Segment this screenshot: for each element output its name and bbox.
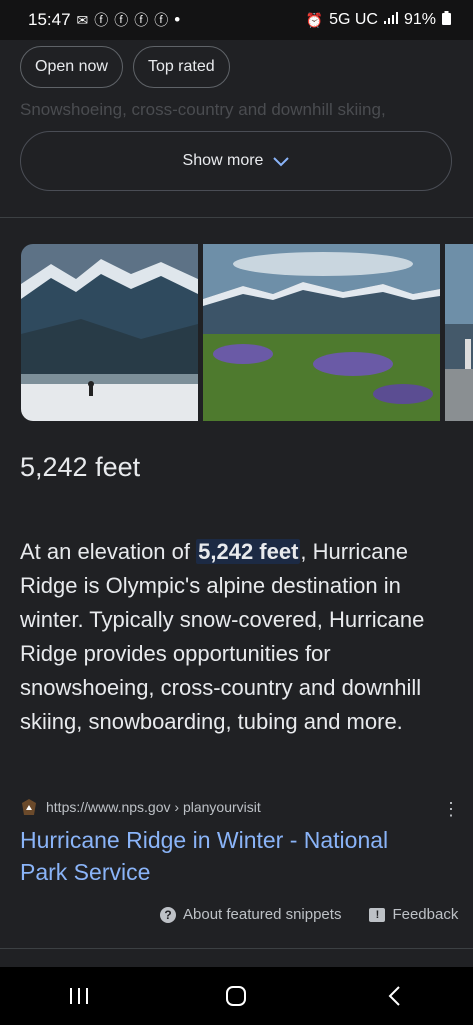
help-icon: ? xyxy=(160,906,176,923)
about-featured-snippets-link[interactable]: ? About featured snippets xyxy=(160,906,341,923)
recents-button[interactable] xyxy=(49,976,109,1016)
android-nav-bar xyxy=(0,967,473,1025)
nps-arrowhead-icon xyxy=(20,798,38,816)
snippet-after: , Hurricane Ridge is Olympic's alpine de… xyxy=(20,539,425,734)
featured-answer: 5,242 feet xyxy=(20,452,141,482)
feedback-link[interactable]: ! Feedback xyxy=(369,906,458,923)
feedback-label: Feedback xyxy=(392,906,459,923)
status-dot: • xyxy=(174,10,181,29)
alarm-icon: ⏰ xyxy=(305,11,324,28)
divider xyxy=(0,217,473,218)
facebook-icon: ⓕ xyxy=(154,12,169,28)
result-title-link[interactable]: Hurricane Ridge in Winter - National Par… xyxy=(20,824,440,888)
filter-chips: Open now Top rated xyxy=(20,46,230,88)
message-icon: ✉ xyxy=(76,11,89,28)
network-label: 5G UC xyxy=(329,11,378,28)
battery-level: 91% xyxy=(403,11,436,28)
about-label: About featured snippets xyxy=(183,906,342,923)
signal-icon xyxy=(383,11,398,29)
snippet-highlight: 5,242 feet xyxy=(196,539,301,564)
divider xyxy=(0,948,473,949)
show-more-button[interactable]: Show more xyxy=(20,131,452,191)
snippet-footer: ? About featured snippets ! Feedback xyxy=(160,906,458,923)
facebook-icon: ⓕ xyxy=(94,12,109,28)
chip-top-rated[interactable]: Top rated xyxy=(132,46,230,88)
wildflower-meadow-image[interactable] xyxy=(203,244,440,421)
featured-snippet-text: At an elevation of 5,242 feet, Hurricane… xyxy=(20,535,460,739)
source-url[interactable]: https://www.nps.gov › planyourvisit xyxy=(46,799,261,815)
facebook-icon: ⓕ xyxy=(114,12,129,28)
battery-icon xyxy=(442,10,451,30)
feedback-icon: ! xyxy=(369,907,386,922)
facebook-icon: ⓕ xyxy=(134,12,149,28)
image-carousel[interactable] xyxy=(21,244,473,421)
status-bar: 15:47 ✉ ⓕ ⓕ ⓕ ⓕ • ⏰ 5G UC 91% xyxy=(0,0,473,40)
home-button[interactable] xyxy=(206,976,266,1016)
snippet-before: At an elevation of xyxy=(20,539,197,564)
more-options-icon[interactable]: ⋮ xyxy=(442,800,460,818)
back-button[interactable] xyxy=(364,976,424,1016)
lodge-image[interactable] xyxy=(445,244,473,421)
faded-preview-text: Snowshoeing, cross-country and downhill … xyxy=(20,100,386,119)
show-more-label: Show more xyxy=(182,152,264,169)
snow-mountain-image[interactable] xyxy=(21,244,198,421)
source-line[interactable]: https://www.nps.gov › planyourvisit xyxy=(20,798,261,816)
chip-open-now[interactable]: Open now xyxy=(20,46,123,88)
chevron-down-icon xyxy=(273,151,290,172)
status-time: 15:47 xyxy=(28,10,71,29)
